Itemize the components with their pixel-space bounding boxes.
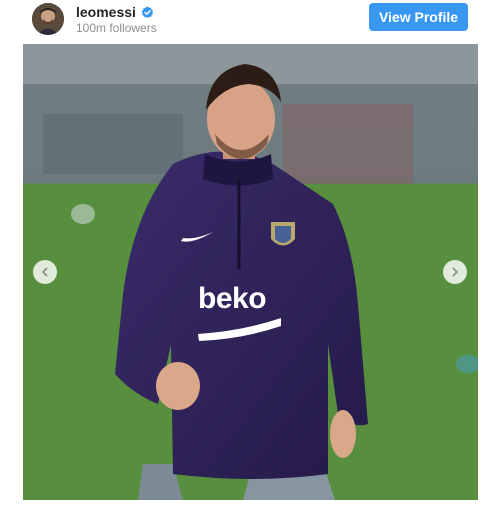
verified-badge-icon <box>141 6 154 19</box>
chevron-right-icon <box>452 267 458 277</box>
instagram-embed: leomessi 100m followers View Profile bek… <box>0 0 483 513</box>
embed-footer-space <box>0 500 483 513</box>
jersey-text: beko <box>198 282 267 315</box>
chevron-left-icon <box>42 267 48 277</box>
username-link[interactable]: leomessi <box>76 4 136 20</box>
username-row: leomessi <box>76 4 154 20</box>
followers-count: 100m followers <box>76 21 157 35</box>
avatar[interactable] <box>32 3 64 35</box>
post-header: leomessi 100m followers View Profile <box>0 0 483 40</box>
next-slide-button[interactable] <box>443 260 467 284</box>
post-photo <box>23 44 478 500</box>
avatar-image <box>32 3 64 35</box>
previous-slide-button[interactable] <box>33 260 57 284</box>
view-profile-button[interactable]: View Profile <box>369 3 468 31</box>
post-media[interactable]: beko <box>23 44 478 500</box>
